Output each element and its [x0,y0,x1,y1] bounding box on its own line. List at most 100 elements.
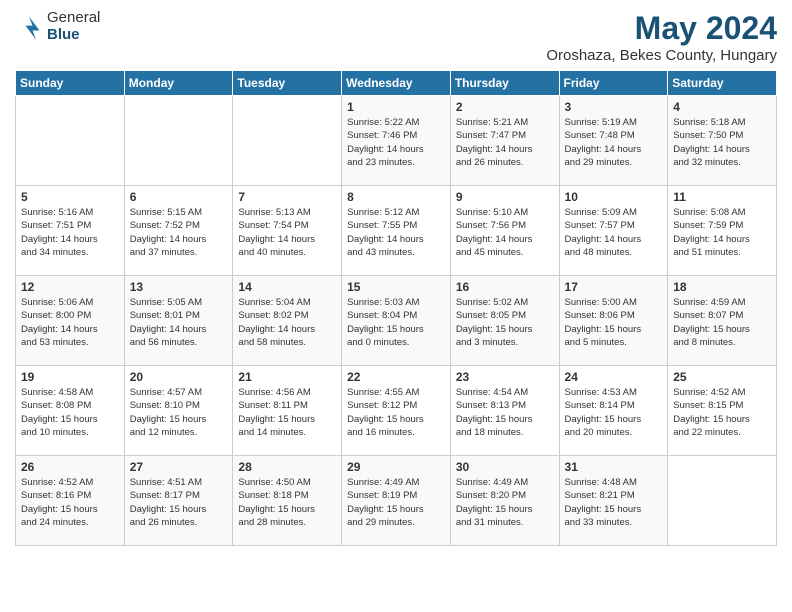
day-number: 3 [565,100,663,114]
day-info: Sunrise: 5:04 AM Sunset: 8:02 PM Dayligh… [238,296,336,349]
calendar-cell: 20 Sunrise: 4:57 AM Sunset: 8:10 PM Dayli… [124,366,233,456]
day-info: Sunrise: 4:51 AM Sunset: 8:17 PM Dayligh… [130,476,228,529]
calendar-cell: 27 Sunrise: 4:51 AM Sunset: 8:17 PM Dayli… [124,456,233,546]
logo-general: General [47,10,100,27]
calendar-cell: 2 Sunrise: 5:21 AM Sunset: 7:47 PM Daylig… [450,96,559,186]
calendar-title: May 2024 [546,10,777,47]
calendar-cell: 16Sunrise: 5:02 AM Sunset: 8:05 PM Dayli… [450,276,559,366]
day-number: 7 [238,190,336,204]
day-number: 21 [238,370,336,384]
logo-text: General Blue [47,10,100,43]
day-number: 26 [21,460,119,474]
day-number: 6 [130,190,228,204]
day-info: Sunrise: 5:09 AM Sunset: 7:57 PM Dayligh… [565,206,663,259]
calendar-cell [233,96,342,186]
day-info: Sunrise: 5:21 AM Sunset: 7:47 PM Dayligh… [456,116,554,169]
day-number: 24 [565,370,663,384]
day-number: 18 [673,280,771,294]
calendar-cell: 11 Sunrise: 5:08 AM Sunset: 7:59 PM Dayli… [668,186,777,276]
calendar-week-row: 1Sunrise: 5:22 AM Sunset: 7:46 PM Daylig… [16,96,777,186]
weekday-header: Friday [559,71,668,96]
day-number: 22 [347,370,445,384]
calendar-cell: 14 Sunrise: 5:04 AM Sunset: 8:02 PM Dayli… [233,276,342,366]
calendar-cell: 29Sunrise: 4:49 AM Sunset: 8:19 PM Dayli… [342,456,451,546]
calendar-cell: 5 Sunrise: 5:16 AM Sunset: 7:51 PM Daylig… [16,186,125,276]
weekday-header: Wednesday [342,71,451,96]
calendar-cell: 15 Sunrise: 5:03 AM Sunset: 8:04 PM Dayli… [342,276,451,366]
day-info: Sunrise: 4:55 AM Sunset: 8:12 PM Dayligh… [347,386,445,439]
weekday-header: Tuesday [233,71,342,96]
day-number: 28 [238,460,336,474]
day-number: 23 [456,370,554,384]
day-number: 13 [130,280,228,294]
calendar-subtitle: Oroshaza, Bekes County, Hungary [546,47,777,64]
header: General Blue May 2024 Oroshaza, Bekes Co… [15,10,777,64]
day-info: Sunrise: 4:53 AM Sunset: 8:14 PM Dayligh… [565,386,663,439]
day-number: 2 [456,100,554,114]
calendar-cell: 17Sunrise: 5:00 AM Sunset: 8:06 PM Dayli… [559,276,668,366]
calendar-week-row: 19Sunrise: 4:58 AM Sunset: 8:08 PM Dayli… [16,366,777,456]
day-info: Sunrise: 5:03 AM Sunset: 8:04 PM Dayligh… [347,296,445,349]
day-info: Sunrise: 4:48 AM Sunset: 8:21 PM Dayligh… [565,476,663,529]
logo: General Blue [15,10,100,43]
day-number: 5 [21,190,119,204]
calendar-cell: 1Sunrise: 5:22 AM Sunset: 7:46 PM Daylig… [342,96,451,186]
day-number: 14 [238,280,336,294]
day-info: Sunrise: 5:16 AM Sunset: 7:51 PM Dayligh… [21,206,119,259]
day-info: Sunrise: 4:57 AM Sunset: 8:10 PM Dayligh… [130,386,228,439]
calendar-cell: 9Sunrise: 5:10 AM Sunset: 7:56 PM Daylig… [450,186,559,276]
calendar-cell: 25 Sunrise: 4:52 AM Sunset: 8:15 PM Dayli… [668,366,777,456]
logo-icon [15,13,43,41]
calendar-week-row: 26 Sunrise: 4:52 AM Sunset: 8:16 PM Dayli… [16,456,777,546]
day-number: 30 [456,460,554,474]
day-number: 25 [673,370,771,384]
weekday-header: Thursday [450,71,559,96]
day-info: Sunrise: 4:56 AM Sunset: 8:11 PM Dayligh… [238,386,336,439]
calendar-cell: 8 Sunrise: 5:12 AM Sunset: 7:55 PM Daylig… [342,186,451,276]
day-info: Sunrise: 5:12 AM Sunset: 7:55 PM Dayligh… [347,206,445,259]
day-info: Sunrise: 4:58 AM Sunset: 8:08 PM Dayligh… [21,386,119,439]
weekday-header: Monday [124,71,233,96]
calendar-table: SundayMondayTuesdayWednesdayThursdayFrid… [15,70,777,546]
logo-blue: Blue [47,27,100,44]
calendar-cell: 21 Sunrise: 4:56 AM Sunset: 8:11 PM Dayli… [233,366,342,456]
day-number: 20 [130,370,228,384]
calendar-cell [668,456,777,546]
day-number: 12 [21,280,119,294]
calendar-cell: 18 Sunrise: 4:59 AM Sunset: 8:07 PM Dayli… [668,276,777,366]
calendar-cell: 4Sunrise: 5:18 AM Sunset: 7:50 PM Daylig… [668,96,777,186]
day-number: 11 [673,190,771,204]
day-info: Sunrise: 4:49 AM Sunset: 8:20 PM Dayligh… [456,476,554,529]
day-number: 31 [565,460,663,474]
day-number: 15 [347,280,445,294]
calendar-week-row: 5 Sunrise: 5:16 AM Sunset: 7:51 PM Daylig… [16,186,777,276]
calendar-cell: 3Sunrise: 5:19 AM Sunset: 7:48 PM Daylig… [559,96,668,186]
calendar-cell: 28 Sunrise: 4:50 AM Sunset: 8:18 PM Dayli… [233,456,342,546]
calendar-cell: 10Sunrise: 5:09 AM Sunset: 7:57 PM Dayli… [559,186,668,276]
calendar-cell [16,96,125,186]
day-info: Sunrise: 4:52 AM Sunset: 8:15 PM Dayligh… [673,386,771,439]
calendar-cell: 24 Sunrise: 4:53 AM Sunset: 8:14 PM Dayli… [559,366,668,456]
day-info: Sunrise: 5:08 AM Sunset: 7:59 PM Dayligh… [673,206,771,259]
day-info: Sunrise: 5:00 AM Sunset: 8:06 PM Dayligh… [565,296,663,349]
day-info: Sunrise: 5:22 AM Sunset: 7:46 PM Dayligh… [347,116,445,169]
day-info: Sunrise: 5:13 AM Sunset: 7:54 PM Dayligh… [238,206,336,259]
calendar-cell: 22 Sunrise: 4:55 AM Sunset: 8:12 PM Dayli… [342,366,451,456]
calendar-cell: 30 Sunrise: 4:49 AM Sunset: 8:20 PM Dayli… [450,456,559,546]
weekday-header-row: SundayMondayTuesdayWednesdayThursdayFrid… [16,71,777,96]
day-info: Sunrise: 4:52 AM Sunset: 8:16 PM Dayligh… [21,476,119,529]
day-number: 16 [456,280,554,294]
day-info: Sunrise: 4:54 AM Sunset: 8:13 PM Dayligh… [456,386,554,439]
day-info: Sunrise: 5:06 AM Sunset: 8:00 PM Dayligh… [21,296,119,349]
calendar-cell: 13 Sunrise: 5:05 AM Sunset: 8:01 PM Dayli… [124,276,233,366]
day-number: 27 [130,460,228,474]
day-info: Sunrise: 4:50 AM Sunset: 8:18 PM Dayligh… [238,476,336,529]
day-info: Sunrise: 4:59 AM Sunset: 8:07 PM Dayligh… [673,296,771,349]
day-info: Sunrise: 5:18 AM Sunset: 7:50 PM Dayligh… [673,116,771,169]
weekday-header: Saturday [668,71,777,96]
day-info: Sunrise: 5:05 AM Sunset: 8:01 PM Dayligh… [130,296,228,349]
calendar-cell [124,96,233,186]
calendar-cell: 19Sunrise: 4:58 AM Sunset: 8:08 PM Dayli… [16,366,125,456]
title-area: May 2024 Oroshaza, Bekes County, Hungary [546,10,777,64]
day-number: 8 [347,190,445,204]
